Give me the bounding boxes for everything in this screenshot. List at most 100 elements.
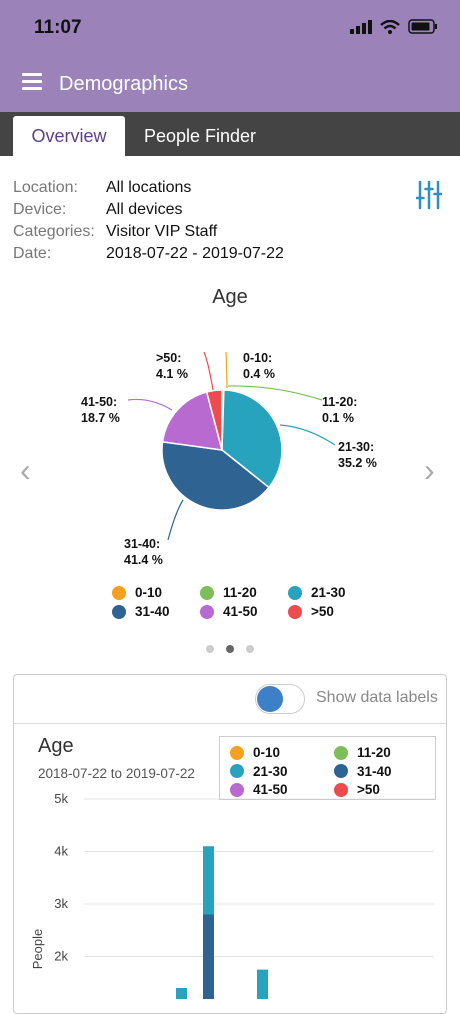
filter-label: Categories:	[13, 223, 95, 240]
pie-data-label: >50: 4.1 %	[156, 350, 188, 382]
filter-summary: Location: All locations Device: All device…	[13, 177, 284, 265]
legend-swatch	[288, 604, 302, 619]
legend-label: >50	[357, 782, 380, 798]
tab-people-finder[interactable]: People Finder	[140, 116, 260, 156]
filter-value: Visitor VIP Staff	[106, 223, 218, 240]
pie-leader-line	[167, 499, 184, 541]
pie-leader-line	[127, 398, 173, 411]
bar-chart-card: Show data labels Age 2018-07-22 to 2019-…	[13, 674, 447, 1014]
app-bar: Demographics	[0, 56, 460, 112]
legend-label: 41-50	[223, 604, 258, 619]
legend-item[interactable]: 11-20	[334, 744, 438, 761]
status-bar: 11:07	[0, 0, 460, 56]
legend-swatch	[112, 585, 126, 600]
y-tick-label: 4k	[54, 844, 68, 859]
pie-data-label: 31-40: 41.4 %	[124, 536, 163, 568]
legend-item[interactable]: >50	[288, 603, 376, 620]
legend-swatch	[112, 604, 126, 619]
tab-bar: Overview People Finder	[0, 112, 460, 156]
bar-31-40	[203, 914, 214, 999]
pie-label-percent: 0.4 %	[243, 367, 275, 381]
bar-21-30	[203, 846, 214, 915]
legend-swatch	[334, 745, 348, 760]
cellular-signal-icon	[350, 19, 372, 34]
legend-item[interactable]: 21-30	[288, 584, 376, 601]
legend-swatch	[230, 782, 244, 797]
show-data-labels-label: Show data labels	[316, 689, 438, 706]
show-data-labels-toggle[interactable]	[255, 684, 305, 714]
legend-label: 11-20	[357, 745, 391, 760]
pie-label-category: 11-20:	[322, 395, 358, 409]
filter-value: All locations	[106, 179, 192, 196]
legend-label: >50	[311, 604, 334, 619]
age-pie-chart	[127, 351, 336, 541]
tab-overview[interactable]: Overview	[13, 116, 125, 156]
filter-row-location: Location: All locations	[13, 177, 284, 199]
legend-label: 0-10	[253, 745, 281, 760]
filter-row-date: Date: 2018-07-22 - 2019-07-22	[13, 243, 284, 265]
filter-settings-icon[interactable]	[416, 180, 442, 210]
pie-data-label: 0-10: 0.4 %	[243, 350, 275, 382]
pie-data-label: 11-20: 0.1 %	[322, 394, 357, 426]
pie-data-label: 21-30: 35.2 %	[338, 439, 377, 471]
pie-chart-title: Age	[212, 286, 248, 308]
y-axis-label: People	[30, 929, 45, 969]
legend-item[interactable]: 41-50	[230, 781, 334, 798]
legend-item[interactable]: 31-40	[334, 763, 438, 780]
y-tick-label: 5k	[54, 791, 68, 806]
page-dot[interactable]	[226, 645, 234, 653]
bar-legend: 0-10 11-20 21-30 31-40 41-50 >50	[219, 736, 436, 800]
legend-item[interactable]: 41-50	[200, 603, 288, 620]
legend-label: 0-10	[135, 585, 163, 600]
filter-label: Device:	[13, 201, 67, 218]
pie-leader-line	[225, 351, 228, 389]
legend-swatch	[230, 745, 244, 760]
legend-label: 41-50	[253, 782, 288, 798]
previous-chart-arrow[interactable]: ‹	[20, 452, 31, 489]
bar-21-30	[176, 988, 187, 999]
next-chart-arrow[interactable]: ›	[424, 452, 435, 489]
legend-swatch	[230, 764, 244, 779]
status-icons	[350, 19, 438, 34]
status-time: 11:07	[34, 17, 82, 38]
filter-label: Location:	[13, 179, 78, 196]
page-dot[interactable]	[206, 645, 214, 653]
page-title: Demographics	[59, 73, 188, 95]
filter-value: 2018-07-22 - 2019-07-22	[106, 245, 284, 262]
filter-row-device: Device: All devices	[13, 199, 284, 221]
bar-chart-subtitle: 2018-07-22 to 2019-07-22	[38, 766, 195, 781]
legend-swatch	[334, 764, 348, 779]
legend-swatch	[200, 585, 214, 600]
legend-item[interactable]: 31-40	[112, 603, 200, 620]
pie-label-category: >50:	[156, 351, 182, 365]
toggle-knob	[257, 686, 283, 712]
legend-item[interactable]: >50	[334, 781, 438, 798]
filter-value: All devices	[106, 201, 183, 218]
page-dot[interactable]	[246, 645, 254, 653]
pie-leader-line	[279, 424, 336, 446]
pie-label-percent: 18.7 %	[81, 411, 120, 425]
legend-item[interactable]: 21-30	[230, 763, 334, 780]
bar-21-30	[257, 969, 268, 999]
divider	[14, 723, 446, 724]
pie-legend: 0-10 11-20 21-30 31-40 41-50 >50	[112, 584, 372, 620]
pie-label-category: 31-40:	[124, 537, 161, 551]
legend-item[interactable]: 0-10	[112, 584, 200, 601]
filter-label: Date:	[13, 245, 52, 262]
pie-label-percent: 41.4 %	[124, 553, 163, 567]
legend-label: 21-30	[253, 763, 288, 779]
page-indicator	[0, 645, 460, 653]
filter-row-categories: Categories: Visitor VIP Staff	[13, 221, 284, 243]
pie-label-category: 21-30:	[338, 440, 375, 454]
pie-leader-line	[203, 351, 214, 391]
legend-swatch	[200, 604, 214, 619]
wifi-icon	[380, 19, 400, 34]
legend-item[interactable]: 0-10	[230, 744, 334, 761]
battery-icon	[408, 19, 437, 34]
legend-item[interactable]: 11-20	[200, 584, 288, 601]
legend-label: 31-40	[357, 763, 392, 779]
y-tick-label: 3k	[54, 896, 68, 911]
legend-label: 31-40	[135, 604, 170, 619]
legend-label: 11-20	[223, 585, 257, 600]
hamburger-menu-icon[interactable]	[22, 73, 42, 91]
